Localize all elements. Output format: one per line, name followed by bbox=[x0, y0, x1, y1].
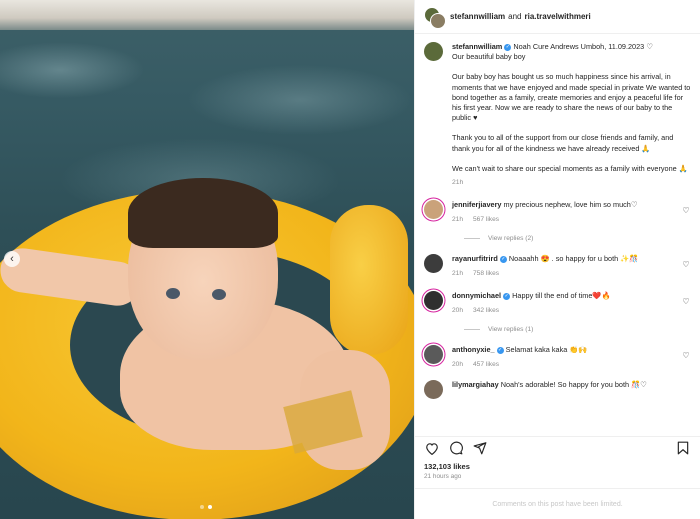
caption-username[interactable]: stefannwilliam bbox=[452, 42, 502, 51]
comment-time: 21h bbox=[452, 216, 464, 224]
heart-icon[interactable]: ♡ bbox=[681, 351, 691, 360]
comment-text: Noaaahh 😍 . so happy for u both ✨🎊 bbox=[508, 254, 639, 264]
comment-username[interactable]: donnymichael bbox=[452, 291, 501, 300]
comment-likes[interactable]: 567 likes bbox=[473, 216, 499, 223]
header-connector: and bbox=[508, 12, 522, 21]
comments-limited-notice: Comments on this post have been limited. bbox=[415, 488, 700, 519]
view-replies-button[interactable]: View replies (1) bbox=[464, 326, 691, 333]
comment-likes[interactable]: 457 likes bbox=[473, 361, 499, 368]
comment-time: 20h bbox=[452, 307, 464, 315]
heart-icon[interactable] bbox=[423, 439, 441, 457]
carousel-indicator bbox=[200, 505, 212, 509]
avatar[interactable] bbox=[424, 291, 443, 311]
heart-icon[interactable]: ♡ bbox=[681, 297, 691, 306]
comment-username[interactable]: jenniferjiavery bbox=[452, 200, 501, 209]
author-username[interactable]: stefannwilliam bbox=[450, 12, 505, 21]
carousel-dot bbox=[200, 505, 204, 509]
avatar[interactable] bbox=[424, 345, 443, 365]
view-replies-label: View replies (2) bbox=[488, 235, 534, 243]
caption-timestamp: 21h bbox=[452, 179, 464, 187]
comment-item: rayanurfitrird ✓ Noaaahh 😍 . so happy fo… bbox=[424, 254, 691, 279]
comment-time: 21h bbox=[452, 270, 464, 278]
pool-edge bbox=[0, 0, 414, 30]
view-replies-label: View replies (1) bbox=[488, 326, 534, 334]
avatar[interactable] bbox=[424, 254, 443, 274]
comment-time: 20h bbox=[452, 361, 464, 369]
comment-username[interactable]: rayanurfitrird bbox=[452, 254, 498, 263]
comment-icon[interactable] bbox=[447, 439, 465, 457]
float-armrest bbox=[330, 205, 408, 355]
likes-count[interactable]: 132,103 likes bbox=[415, 459, 700, 471]
post-actions-bar bbox=[415, 436, 700, 459]
instagram-post-viewer: ‹ stefannwilliam and ria.travelwithmeri … bbox=[0, 0, 700, 519]
collaborator-username[interactable]: ria.travelwithmeri bbox=[524, 12, 590, 21]
comment-username[interactable]: lilymargiahay bbox=[452, 380, 499, 389]
avatar[interactable] bbox=[424, 380, 443, 400]
comment-text: Noah's adorable! So happy for you both 🎊… bbox=[500, 380, 647, 390]
avatar[interactable] bbox=[424, 42, 443, 61]
baby-hair bbox=[128, 178, 278, 248]
verified-badge-icon: ✓ bbox=[503, 292, 511, 300]
comment-item: jenniferjiavery my precious nephew, love… bbox=[424, 200, 691, 242]
view-replies-button[interactable]: View replies (2) bbox=[464, 235, 691, 242]
comment-username[interactable]: anthonyxie_ bbox=[452, 345, 495, 354]
chevron-left-icon[interactable]: ‹ bbox=[4, 251, 20, 267]
post-photo[interactable]: ‹ bbox=[0, 0, 414, 519]
post-timestamp: 21 hours ago bbox=[424, 473, 462, 480]
caption-paragraph: We can't wait to share our special momen… bbox=[452, 163, 688, 173]
share-icon[interactable] bbox=[471, 439, 489, 457]
comment-item: lilymargiahay Noah's adorable! So happy … bbox=[424, 380, 691, 400]
comment-item: donnymichael ✓ Happy till the end of tim… bbox=[424, 291, 691, 333]
comment-text: my precious nephew, love him so much♡ bbox=[503, 200, 638, 210]
verified-badge-icon: ✓ bbox=[504, 43, 512, 51]
carousel-dot-active bbox=[208, 505, 212, 509]
heart-icon[interactable]: ♡ bbox=[681, 260, 691, 269]
verified-badge-icon: ✓ bbox=[499, 255, 507, 263]
post-header: stefannwilliam and ria.travelwithmeri bbox=[415, 0, 700, 34]
bookmark-icon[interactable] bbox=[674, 439, 692, 457]
caption-headline: Noah Cure Andrews Umboh, 11.09.2023 ♡ bbox=[513, 42, 653, 51]
comments-section[interactable]: stefannwilliam ✓ Noah Cure Andrews Umboh… bbox=[415, 34, 700, 436]
baby-eye-left bbox=[166, 288, 180, 299]
verified-badge-icon: ✓ bbox=[496, 346, 504, 354]
caption-line: Our beautiful baby boy bbox=[452, 52, 526, 62]
comment-text: Happy till the end of time❤️🔥 bbox=[512, 291, 611, 301]
comment-text: Selamat kaka kaka 👏🙌 bbox=[505, 345, 588, 355]
caption-paragraph: Thank you to all of the support from our… bbox=[452, 133, 674, 153]
heart-icon[interactable]: ♡ bbox=[681, 206, 691, 215]
baby-eye-right bbox=[212, 289, 226, 300]
comment-likes[interactable]: 758 likes bbox=[473, 270, 499, 277]
post-side-panel: stefannwilliam and ria.travelwithmeri st… bbox=[414, 0, 700, 519]
avatar[interactable] bbox=[424, 200, 443, 220]
collab-avatars[interactable] bbox=[424, 6, 446, 29]
caption-paragraph: Our baby boy has bought us so much happi… bbox=[452, 72, 691, 123]
comment-likes[interactable]: 342 likes bbox=[473, 307, 499, 314]
avatar bbox=[430, 12, 446, 29]
caption: stefannwilliam ✓ Noah Cure Andrews Umboh… bbox=[424, 42, 691, 188]
comment-item: anthonyxie_ ✓ Selamat kaka kaka 👏🙌 20h 45… bbox=[424, 345, 691, 370]
